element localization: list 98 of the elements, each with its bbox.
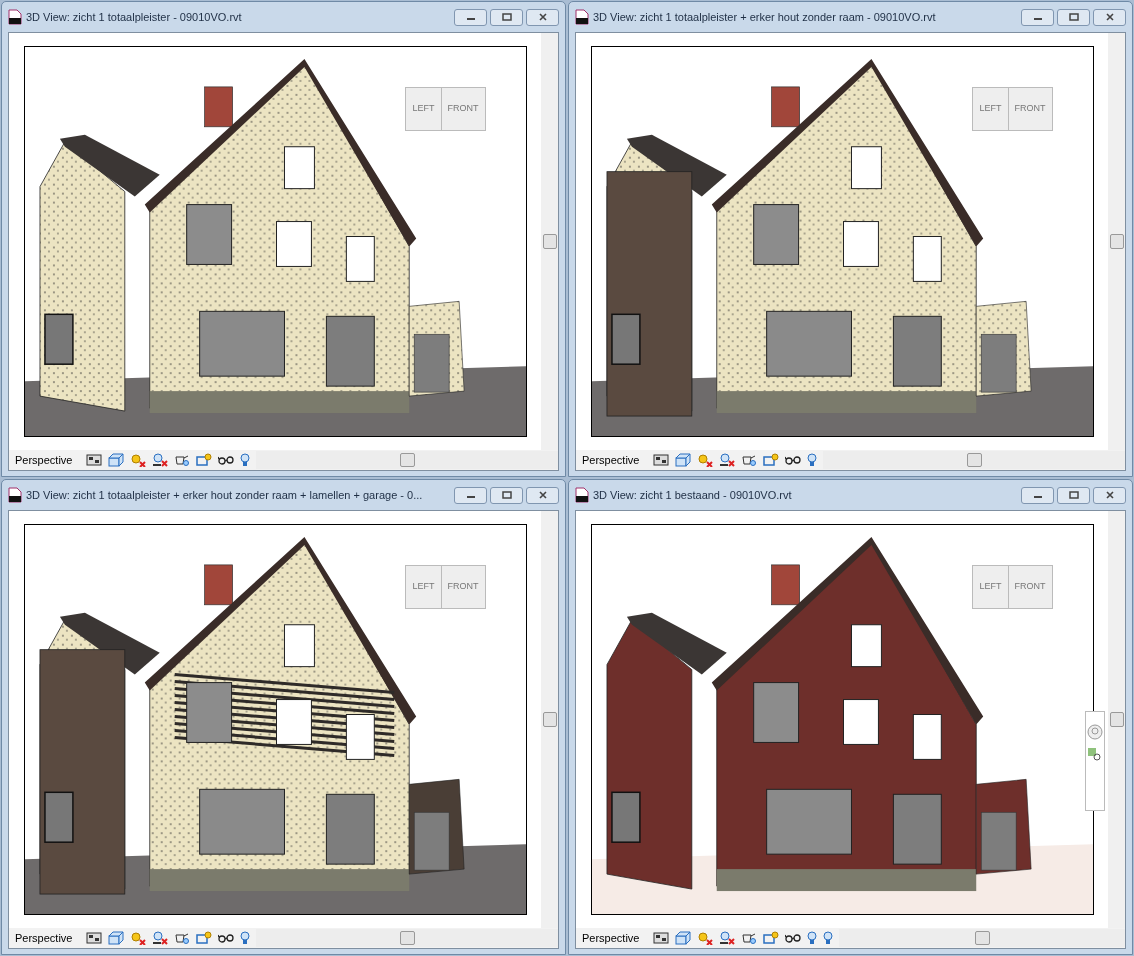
crop-icon[interactable] [763, 931, 780, 945]
window-title: 3D View: zicht 1 totaalpleister - 09010VO.rvt [26, 9, 243, 25]
file-icon [8, 9, 22, 25]
viewcube[interactable]: LEFT FRONT [405, 565, 486, 609]
viewcube-face-label: FRONT [446, 580, 480, 593]
maximize-button[interactable] [490, 8, 523, 26]
minimize-button[interactable] [454, 486, 487, 504]
sun-icon[interactable] [697, 931, 714, 945]
file-icon [8, 487, 22, 503]
horizontal-scrollbar[interactable] [256, 929, 558, 947]
window-title: 3D View: zicht 1 totaalpleister + erker hout zonder raam + lamellen + garage - 0... [26, 487, 424, 503]
teapot-icon[interactable] [741, 931, 758, 945]
close-icon [536, 491, 549, 499]
glasses-icon[interactable] [785, 453, 802, 467]
sun-icon[interactable] [697, 453, 714, 467]
viewcube-face-label: LEFT [406, 88, 442, 130]
sun-icon[interactable] [130, 453, 147, 467]
lightbulb-icon[interactable] [240, 931, 251, 945]
scrollbar-thumb[interactable] [974, 931, 990, 945]
lightbulb-icon[interactable] [823, 931, 834, 945]
maximize-icon [1067, 491, 1080, 499]
view-style-label[interactable]: Perspective [582, 929, 640, 947]
glasses-icon[interactable] [218, 931, 235, 945]
cube-icon[interactable] [108, 931, 125, 945]
vertical-scrollbar[interactable] [1108, 33, 1125, 450]
shadow-icon[interactable] [719, 931, 736, 945]
maximize-button[interactable] [1057, 486, 1090, 504]
viewcube-face-label: LEFT [406, 566, 442, 608]
cube-icon[interactable] [108, 453, 125, 467]
close-icon [1103, 491, 1116, 499]
viewcube[interactable]: LEFT FRONT [972, 87, 1053, 131]
cube-icon[interactable] [675, 453, 692, 467]
horizontal-scrollbar[interactable] [839, 929, 1125, 947]
maximize-button[interactable] [490, 486, 523, 504]
view-style-label[interactable]: Perspective [15, 929, 73, 947]
close-button[interactable] [1093, 486, 1126, 504]
viewport[interactable]: LEFT FRONT [23, 46, 527, 437]
scrollbar-thumb[interactable] [1109, 234, 1124, 249]
window-title: 3D View: zicht 1 totaalpleister + erker hout zonder raam - 09010VO.rvt [593, 9, 937, 25]
crop-icon[interactable] [763, 453, 780, 467]
lightbulb-icon[interactable] [807, 453, 818, 467]
file-icon [575, 487, 589, 503]
shadow-icon[interactable] [152, 931, 169, 945]
teapot-icon[interactable] [174, 931, 191, 945]
maximize-button[interactable] [1057, 8, 1090, 26]
scrollbar-thumb[interactable] [542, 712, 557, 727]
view-style-label[interactable]: Perspective [582, 451, 640, 469]
grid-icon[interactable] [86, 931, 103, 945]
cube-icon[interactable] [675, 931, 692, 945]
scrollbar-thumb[interactable] [399, 453, 415, 467]
close-button[interactable] [526, 486, 559, 504]
lightbulb-icon[interactable] [240, 453, 251, 467]
viewport[interactable]: LEFT FRONT [23, 524, 527, 915]
scrollbar-thumb[interactable] [399, 931, 415, 945]
zoom-icon[interactable] [1088, 748, 1102, 762]
render-icon[interactable] [807, 931, 818, 945]
vertical-scrollbar[interactable] [541, 33, 558, 450]
window-title: 3D View: zicht 1 bestaand - 09010VO.rvt [593, 487, 793, 503]
close-icon [536, 13, 549, 21]
grid-icon[interactable] [653, 931, 670, 945]
glasses-icon[interactable] [785, 931, 802, 945]
maximize-icon [500, 13, 513, 21]
maximize-icon [500, 491, 513, 499]
scrollbar-thumb[interactable] [1109, 712, 1124, 727]
viewcube-face-label: FRONT [1013, 580, 1047, 593]
viewcube-face-label: FRONT [446, 102, 480, 115]
minimize-button[interactable] [454, 8, 487, 26]
sun-icon[interactable] [130, 931, 147, 945]
crop-icon[interactable] [196, 931, 213, 945]
close-button[interactable] [526, 8, 559, 26]
viewcube[interactable]: LEFT FRONT [972, 565, 1053, 609]
grid-icon[interactable] [653, 453, 670, 467]
scrollbar-thumb[interactable] [966, 453, 982, 467]
viewcube-face-label: FRONT [1013, 102, 1047, 115]
view-style-label[interactable]: Perspective [15, 451, 73, 469]
viewport[interactable]: LEFT FRONT [590, 46, 1094, 437]
vertical-scrollbar[interactable] [541, 511, 558, 928]
scrollbar-thumb[interactable] [542, 234, 557, 249]
file-icon [575, 9, 589, 25]
maximize-icon [1067, 13, 1080, 21]
minimize-button[interactable] [1021, 486, 1054, 504]
glasses-icon[interactable] [218, 453, 235, 467]
shadow-icon[interactable] [152, 453, 169, 467]
teapot-icon[interactable] [741, 453, 758, 467]
close-icon [1103, 13, 1116, 21]
crop-icon[interactable] [196, 453, 213, 467]
grid-icon[interactable] [86, 453, 103, 467]
viewcube[interactable]: LEFT FRONT [405, 87, 486, 131]
horizontal-scrollbar[interactable] [823, 451, 1125, 469]
viewcube-face-label: LEFT [973, 566, 1009, 608]
viewport[interactable]: LEFT FRONT [590, 524, 1094, 915]
minimize-button[interactable] [1021, 8, 1054, 26]
horizontal-scrollbar[interactable] [256, 451, 558, 469]
steering-wheel-icon[interactable] [1087, 724, 1103, 740]
shadow-icon[interactable] [719, 453, 736, 467]
close-button[interactable] [1093, 8, 1126, 26]
teapot-icon[interactable] [174, 453, 191, 467]
viewcube-face-label: LEFT [973, 88, 1009, 130]
